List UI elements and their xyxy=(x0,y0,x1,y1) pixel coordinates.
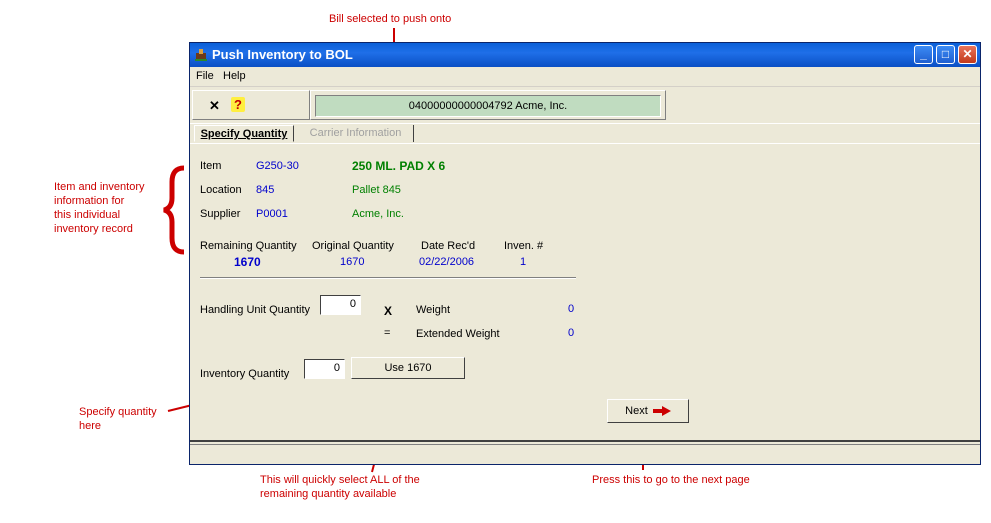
title-bar: Push Inventory to BOL _ □ ✕ xyxy=(190,43,980,67)
handling-unit-quantity-input[interactable]: 0 xyxy=(320,295,361,315)
toolbar-close-icon[interactable]: ✕ xyxy=(209,98,220,114)
weight-label: Weight xyxy=(416,304,451,316)
maximize-icon: □ xyxy=(941,47,950,61)
minimize-button[interactable]: _ xyxy=(914,45,933,64)
window-title: Push Inventory to BOL xyxy=(212,47,353,62)
bill-group: 04000000000004792 Acme, Inc. xyxy=(310,90,666,120)
brace-icon xyxy=(163,165,185,255)
minimize-icon: _ xyxy=(920,47,927,61)
use-all-button[interactable]: Use 1670 xyxy=(351,357,465,379)
bill-field: 04000000000004792 Acme, Inc. xyxy=(315,95,661,117)
original-quantity-value: 1670 xyxy=(340,256,365,268)
extended-weight-value: 0 xyxy=(568,327,575,339)
status-bar xyxy=(190,440,980,464)
handling-unit-quantity-label: Handling Unit Quantity xyxy=(200,304,311,316)
app-icon xyxy=(195,49,207,61)
location-label: Location xyxy=(200,184,242,196)
inventory-quantity-input[interactable]: 0 xyxy=(304,359,345,379)
supplier-label: Supplier xyxy=(200,208,241,220)
original-quantity-label: Original Quantity xyxy=(312,240,394,252)
tab-divider xyxy=(190,143,980,144)
tab-specify-quantity[interactable]: Specify Quantity xyxy=(194,125,294,142)
remaining-quantity-value: 1670 xyxy=(234,255,261,269)
tab-carrier-information[interactable]: Carrier Information xyxy=(298,125,414,142)
inventory-number-label: Inven. # xyxy=(504,240,544,252)
arrow-right-icon xyxy=(652,406,671,417)
extended-weight-label: Extended Weight xyxy=(416,328,500,340)
toolbar-help-icon[interactable]: ? xyxy=(231,97,245,112)
supplier-description: Acme, Inc. xyxy=(352,208,404,220)
maximize-button[interactable]: □ xyxy=(936,45,955,64)
times-symbol: X xyxy=(384,304,393,318)
item-code: G250-30 xyxy=(256,160,299,172)
toolbar-group: ✕ ? xyxy=(192,90,310,120)
next-button-label: Next xyxy=(625,405,648,417)
menu-file[interactable]: File xyxy=(196,70,214,82)
menu-help[interactable]: Help xyxy=(223,70,246,82)
next-button[interactable]: Next xyxy=(607,399,689,423)
inventory-quantity-label: Inventory Quantity xyxy=(200,368,290,380)
equals-symbol: = xyxy=(384,327,391,339)
date-received-label: Date Rec'd xyxy=(421,240,476,252)
tab-strip: Specify Quantity Carrier Information xyxy=(190,123,980,144)
close-icon: ✕ xyxy=(962,47,973,61)
section-divider xyxy=(200,277,576,279)
item-description: 250 ML. PAD X 6 xyxy=(352,159,446,173)
location-description: Pallet 845 xyxy=(352,184,401,196)
menu-bar: File Help xyxy=(190,67,980,87)
app-window: Push Inventory to BOL _ □ ✕ File Help ✕ … xyxy=(189,42,981,465)
supplier-code: P0001 xyxy=(256,208,288,220)
inventory-number-value: 1 xyxy=(520,256,527,268)
close-button[interactable]: ✕ xyxy=(958,45,977,64)
remaining-quantity-label: Remaining Quantity xyxy=(200,240,297,252)
status-panel xyxy=(190,444,980,465)
item-label: Item xyxy=(200,160,222,172)
date-received-value: 02/22/2006 xyxy=(419,256,475,268)
weight-value: 0 xyxy=(568,303,575,315)
location-code: 845 xyxy=(256,184,275,196)
toolbar: ✕ ? 04000000000004792 Acme, Inc. xyxy=(190,88,980,122)
